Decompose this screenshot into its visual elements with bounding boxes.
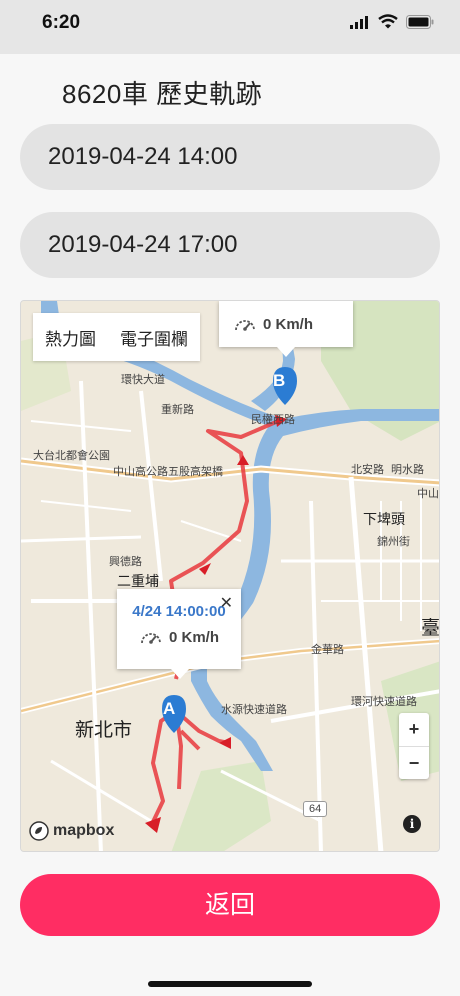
mapbox-icon bbox=[29, 821, 49, 841]
map-layer-tabs: 熱力圖 電子圍欄 bbox=[33, 313, 200, 361]
map-label-road3: 水源快速道路 bbox=[221, 704, 287, 716]
status-time: 6:20 bbox=[42, 12, 81, 33]
signal-icon bbox=[350, 15, 368, 29]
marker-a-label[interactable]: A bbox=[163, 699, 175, 719]
map-label-route64: 64 bbox=[303, 801, 328, 817]
map-label-road10: 環河快速道路 bbox=[351, 696, 417, 708]
tab-heatmap[interactable]: 熱力圖 bbox=[45, 325, 96, 350]
zoom-control: + − bbox=[399, 713, 429, 779]
home-indicator bbox=[148, 981, 312, 987]
map-label-road8: 興德路 bbox=[109, 556, 142, 568]
back-button[interactable]: 返回 bbox=[20, 874, 440, 936]
popup-b-tail bbox=[277, 347, 295, 357]
map-label-erchongpu: 二重埔 bbox=[117, 573, 159, 589]
status-bar: 6:20 bbox=[0, 0, 460, 54]
map-label-road9: 金華路 bbox=[311, 644, 344, 656]
popup-a-speed: 0 Km/h bbox=[168, 628, 219, 646]
map-label-road4: 北安路 bbox=[351, 464, 384, 476]
popup-a-time: 4/24 14:00:00 bbox=[132, 603, 226, 620]
map-label-new-taipei: 新北市 bbox=[75, 720, 133, 741]
map-label-road7: 錦州街 bbox=[377, 536, 410, 548]
popup-marker-a: ✕ 4/24 14:00:00 0 Km/h bbox=[117, 589, 241, 669]
map-view[interactable]: B A 大台北都會公園 下埤頭 二重埔 新北市 臺 環快大道 重新路 水源快速道… bbox=[20, 300, 440, 852]
popup-b-speed: 0 Km/h bbox=[263, 315, 314, 333]
info-icon[interactable]: i bbox=[403, 815, 421, 833]
marker-b-label[interactable]: B bbox=[273, 371, 285, 391]
speedometer-icon bbox=[141, 633, 161, 644]
tab-geofence[interactable]: 電子圍欄 bbox=[120, 325, 188, 350]
map-label-tai: 臺 bbox=[421, 618, 440, 639]
map-label-road5: 明水路 bbox=[391, 464, 424, 476]
map-label-road2: 重新路 bbox=[161, 404, 194, 416]
end-datetime-field[interactable]: 2019-04-24 17:00 bbox=[20, 212, 440, 278]
zoom-out-button[interactable]: − bbox=[399, 746, 429, 780]
mapbox-logo: mapbox bbox=[29, 821, 114, 841]
speedometer-icon bbox=[235, 320, 255, 331]
map-label-road12: 中山高公路五股高架橋 bbox=[113, 466, 223, 478]
page-title: 8620車 歷史軌跡 bbox=[62, 79, 263, 109]
start-datetime-field[interactable]: 2019-04-24 14:00 bbox=[20, 124, 440, 190]
map-base bbox=[21, 301, 439, 851]
mapbox-text: mapbox bbox=[53, 822, 115, 839]
wifi-icon bbox=[378, 14, 398, 29]
status-icons bbox=[350, 14, 434, 29]
close-icon[interactable]: ✕ bbox=[220, 593, 233, 613]
map-label-road11: 民權西路 bbox=[251, 414, 295, 426]
map-label-xiapitou: 下埤頭 bbox=[363, 511, 405, 527]
map-label-road1: 環快大道 bbox=[121, 374, 165, 386]
popup-a-tail bbox=[171, 669, 189, 679]
zoom-in-button[interactable]: + bbox=[399, 713, 429, 746]
map-label-park: 大台北都會公園 bbox=[33, 450, 110, 462]
battery-icon bbox=[406, 14, 434, 29]
popup-marker-b: 0 Km/h bbox=[219, 301, 353, 347]
map-label-road6: 中山 bbox=[417, 488, 439, 500]
